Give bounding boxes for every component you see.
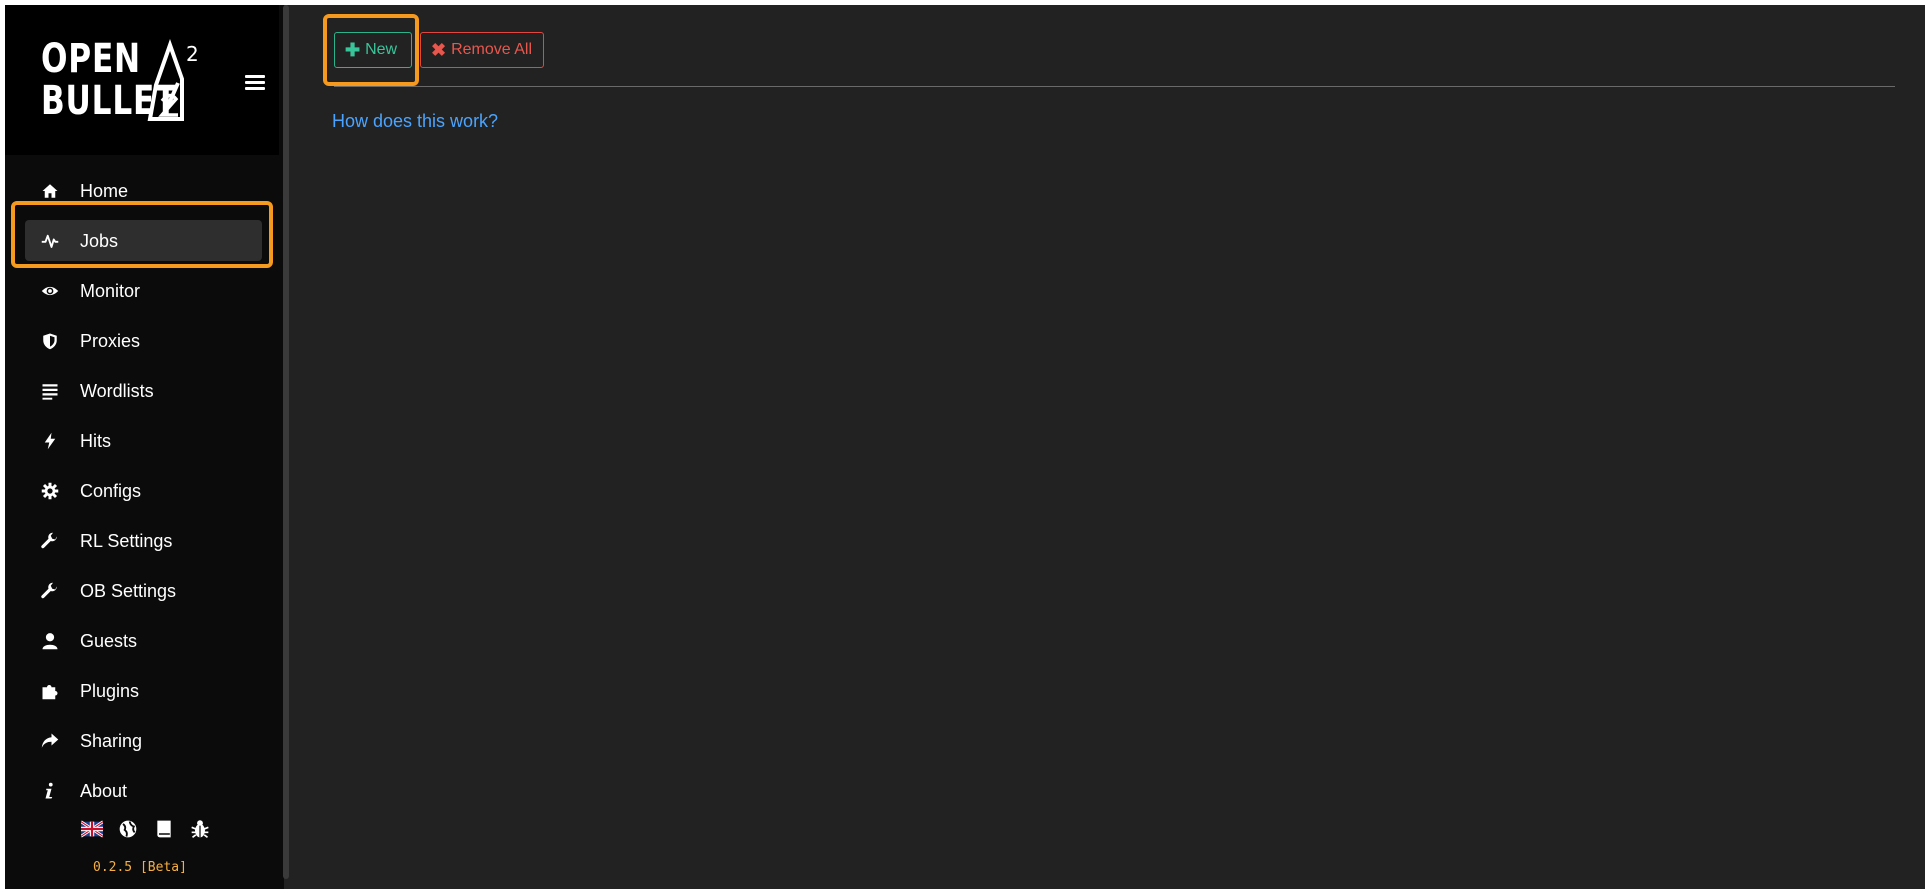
remove-all-button-label: Remove All [451, 41, 533, 58]
bolt-icon [44, 432, 56, 450]
sidebar-item-label: Hits [80, 431, 111, 451]
lines-icon [42, 384, 58, 400]
sidebar-footer-icons [81, 817, 211, 841]
sidebar-item-rl-settings[interactable]: RL Settings [25, 520, 262, 561]
sidebar-item-guests[interactable]: Guests [25, 620, 262, 661]
remove-all-button[interactable]: ✖ Remove All [420, 32, 544, 68]
share-icon [41, 733, 59, 748]
version-label: 0.2.5 [Beta] [93, 860, 187, 875]
brand-header: OPEN BULLET 2 [5, 5, 279, 155]
sidebar-item-about[interactable]: About [25, 770, 262, 811]
sidebar-item-label: Guests [80, 631, 138, 651]
sidebar: OPEN BULLET 2 Home Jobs Monitor Proxies … [5, 5, 289, 889]
sidebar-item-label: About [80, 781, 128, 801]
sidebar-item-label: Home [80, 181, 129, 201]
app-window: OPEN BULLET 2 Home Jobs Monitor Proxies … [5, 5, 1925, 889]
sidebar-item-sharing[interactable]: Sharing [25, 720, 262, 761]
sidebar-item-label: OB Settings [80, 581, 177, 601]
toolbar-divider [334, 86, 1895, 87]
sidebar-item-configs[interactable]: Configs [25, 470, 262, 511]
sidebar-item-plugins[interactable]: Plugins [25, 670, 262, 711]
user-icon [42, 633, 58, 650]
gear-icon [41, 482, 59, 500]
sidebar-item-label: Configs [80, 481, 142, 501]
home-icon [42, 184, 58, 198]
book-icon[interactable] [153, 819, 175, 839]
sidebar-item-label: Wordlists [80, 381, 154, 401]
wrench-icon [41, 532, 57, 549]
sidebar-item-label: RL Settings [80, 531, 173, 551]
bug-icon[interactable] [189, 819, 211, 839]
eye-icon [41, 286, 59, 296]
shield-icon [43, 333, 57, 350]
sidebar-item-hits[interactable]: Hits [25, 420, 262, 461]
puzzle-icon [42, 685, 58, 700]
sidebar-item-ob-settings[interactable]: OB Settings [25, 570, 262, 611]
sidebar-item-proxies[interactable]: Proxies [25, 320, 262, 361]
info-icon [45, 782, 53, 799]
sidebar-item-label: Monitor [80, 281, 141, 301]
sidebar-item-label: Plugins [80, 681, 140, 701]
logo-superscript: 2 [186, 42, 199, 66]
close-icon: ✖ [431, 39, 447, 60]
sidebar-item-monitor[interactable]: Monitor [25, 270, 262, 311]
sidebar-item-label: Sharing [80, 731, 143, 751]
globe-icon[interactable] [117, 819, 139, 839]
sidebar-item-wordlists[interactable]: Wordlists [25, 370, 262, 411]
menu-toggle-icon[interactable] [245, 75, 265, 91]
wrench-icon [41, 582, 57, 599]
sidebar-item-label: Proxies [80, 331, 141, 351]
sidebar-scrollbar[interactable] [283, 5, 289, 879]
jobs-highlight-box [11, 201, 273, 268]
new-button-highlight-box [323, 14, 419, 86]
how-does-this-work-link[interactable]: How does this work? [332, 111, 498, 132]
bullet-logo-icon: 2 [147, 39, 199, 121]
uk-flag-icon[interactable] [81, 819, 103, 839]
